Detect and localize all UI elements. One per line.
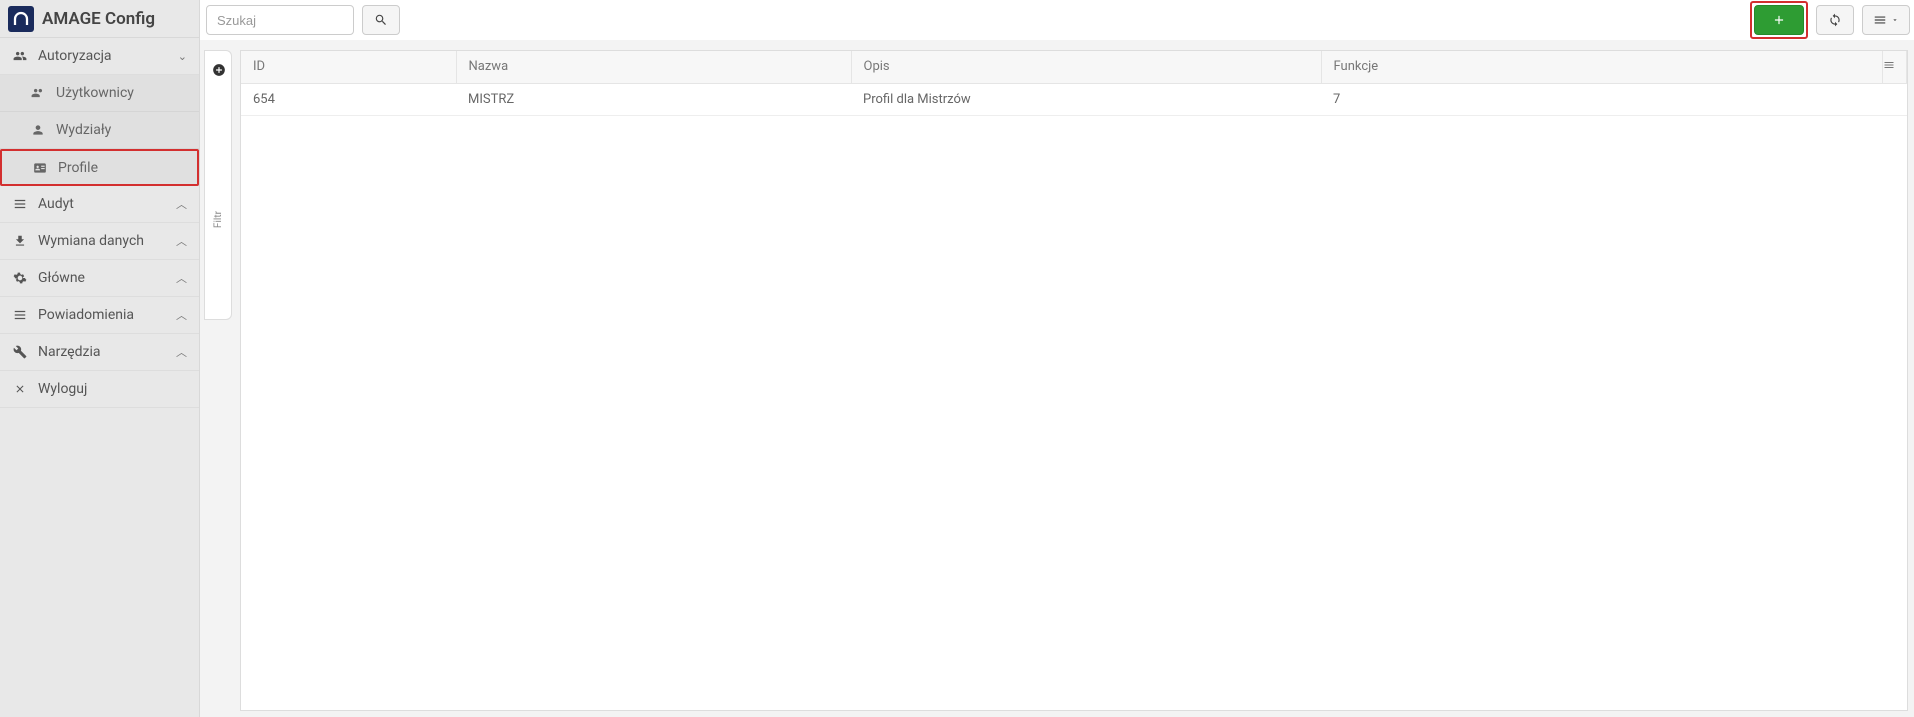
cell-id: 654 bbox=[241, 83, 456, 115]
sidebar-item-label: Wydziały bbox=[56, 122, 111, 138]
sidebar-section-powiadomienia[interactable]: Powiadomienia ︿ bbox=[0, 297, 199, 334]
chevron-up-icon: ︿ bbox=[176, 344, 187, 360]
brand-title: AMAGE Config bbox=[42, 9, 155, 29]
refresh-button[interactable] bbox=[1816, 5, 1854, 35]
hamburger-icon bbox=[1883, 59, 1895, 71]
plus-icon bbox=[1772, 13, 1786, 27]
sidebar-section-glowne[interactable]: Główne ︿ bbox=[0, 260, 199, 297]
table-row[interactable]: 654 MISTRZ Profil dla Mistrzów 7 bbox=[241, 83, 1907, 115]
x-icon bbox=[12, 383, 28, 395]
sidebar-item-wydzialy[interactable]: Wydziały bbox=[0, 112, 199, 149]
cell-menu bbox=[1883, 83, 1907, 115]
sidebar-section-label: Narzędzia bbox=[38, 344, 176, 360]
col-header-funkcje[interactable]: Funkcje bbox=[1321, 51, 1883, 83]
sidebar-section-label: Powiadomienia bbox=[38, 307, 176, 323]
tools-icon bbox=[12, 345, 28, 359]
topbar bbox=[206, 4, 1910, 36]
sidebar-item-label: Użytkownicy bbox=[56, 85, 134, 101]
chevron-up-icon: ︿ bbox=[176, 196, 187, 212]
sidebar-section-wymiana-danych[interactable]: Wymiana danych ︿ bbox=[0, 223, 199, 260]
sidebar-section-label: Wyloguj bbox=[38, 381, 187, 397]
filter-label: Filtr bbox=[213, 211, 224, 228]
filter-panel[interactable]: Filtr bbox=[204, 50, 232, 320]
cell-opis: Profil dla Mistrzów bbox=[851, 83, 1321, 115]
table-header-row: ID Nazwa Opis Funkcje bbox=[241, 51, 1907, 83]
plus-circle-icon bbox=[212, 63, 226, 77]
table-container: ID Nazwa Opis Funkcje 654 MISTRZ Profil … bbox=[240, 50, 1908, 711]
refresh-icon bbox=[1828, 13, 1842, 27]
brand: AMAGE Config bbox=[0, 0, 199, 38]
col-header-id[interactable]: ID bbox=[241, 51, 456, 83]
sidebar-section-wyloguj[interactable]: Wyloguj bbox=[0, 371, 199, 408]
sidebar-section-label: Autoryzacja bbox=[38, 48, 178, 64]
arch-icon bbox=[12, 10, 30, 28]
chevron-up-icon: ︿ bbox=[176, 233, 187, 249]
sidebar-item-profile[interactable]: Profile bbox=[0, 149, 199, 186]
users-icon bbox=[12, 49, 28, 63]
cell-funkcje: 7 bbox=[1321, 83, 1883, 115]
id-card-icon bbox=[32, 161, 48, 175]
brand-logo bbox=[8, 6, 34, 32]
gear-icon bbox=[12, 271, 28, 285]
sidebar-section-audyt[interactable]: Audyt ︿ bbox=[0, 186, 199, 223]
list-icon bbox=[12, 197, 28, 211]
hamburger-icon bbox=[1873, 13, 1887, 27]
sidebar-item-label: Profile bbox=[58, 160, 98, 176]
sidebar-section-label: Główne bbox=[38, 270, 176, 286]
chevron-down-icon: ⌄ bbox=[178, 50, 187, 63]
add-button-highlight bbox=[1750, 1, 1808, 39]
sidebar-section-label: Wymiana danych bbox=[38, 233, 176, 249]
add-button[interactable] bbox=[1754, 5, 1804, 35]
list-icon bbox=[12, 308, 28, 322]
sidebar-section-label: Audyt bbox=[38, 196, 176, 212]
sidebar-subitems-autoryzacja: Użytkownicy Wydziały Profile bbox=[0, 75, 199, 186]
sidebar-section-narzedzia[interactable]: Narzędzia ︿ bbox=[0, 334, 199, 371]
download-icon bbox=[12, 234, 28, 248]
chevron-up-icon: ︿ bbox=[176, 270, 187, 286]
sidebar: AMAGE Config Autoryzacja ⌄ Użytkownicy W… bbox=[0, 0, 200, 717]
chevron-up-icon: ︿ bbox=[176, 307, 187, 323]
sidebar-section-autoryzacja[interactable]: Autoryzacja ⌄ bbox=[0, 38, 199, 75]
chevron-down-icon bbox=[1891, 16, 1899, 24]
col-header-nazwa[interactable]: Nazwa bbox=[456, 51, 851, 83]
search-button[interactable] bbox=[362, 5, 400, 35]
search-icon bbox=[374, 13, 388, 27]
col-header-menu[interactable] bbox=[1883, 51, 1907, 83]
user-icon bbox=[30, 123, 46, 137]
menu-button[interactable] bbox=[1862, 5, 1910, 35]
content-area: Filtr ID Nazwa Opis Funkcje 654 MISTRZ bbox=[200, 40, 1914, 717]
profiles-table: ID Nazwa Opis Funkcje 654 MISTRZ Profil … bbox=[241, 51, 1907, 116]
col-header-opis[interactable]: Opis bbox=[851, 51, 1321, 83]
cell-nazwa: MISTRZ bbox=[456, 83, 851, 115]
sidebar-item-uzytkownicy[interactable]: Użytkownicy bbox=[0, 75, 199, 112]
search-input[interactable] bbox=[206, 5, 354, 35]
users-icon bbox=[30, 86, 46, 100]
